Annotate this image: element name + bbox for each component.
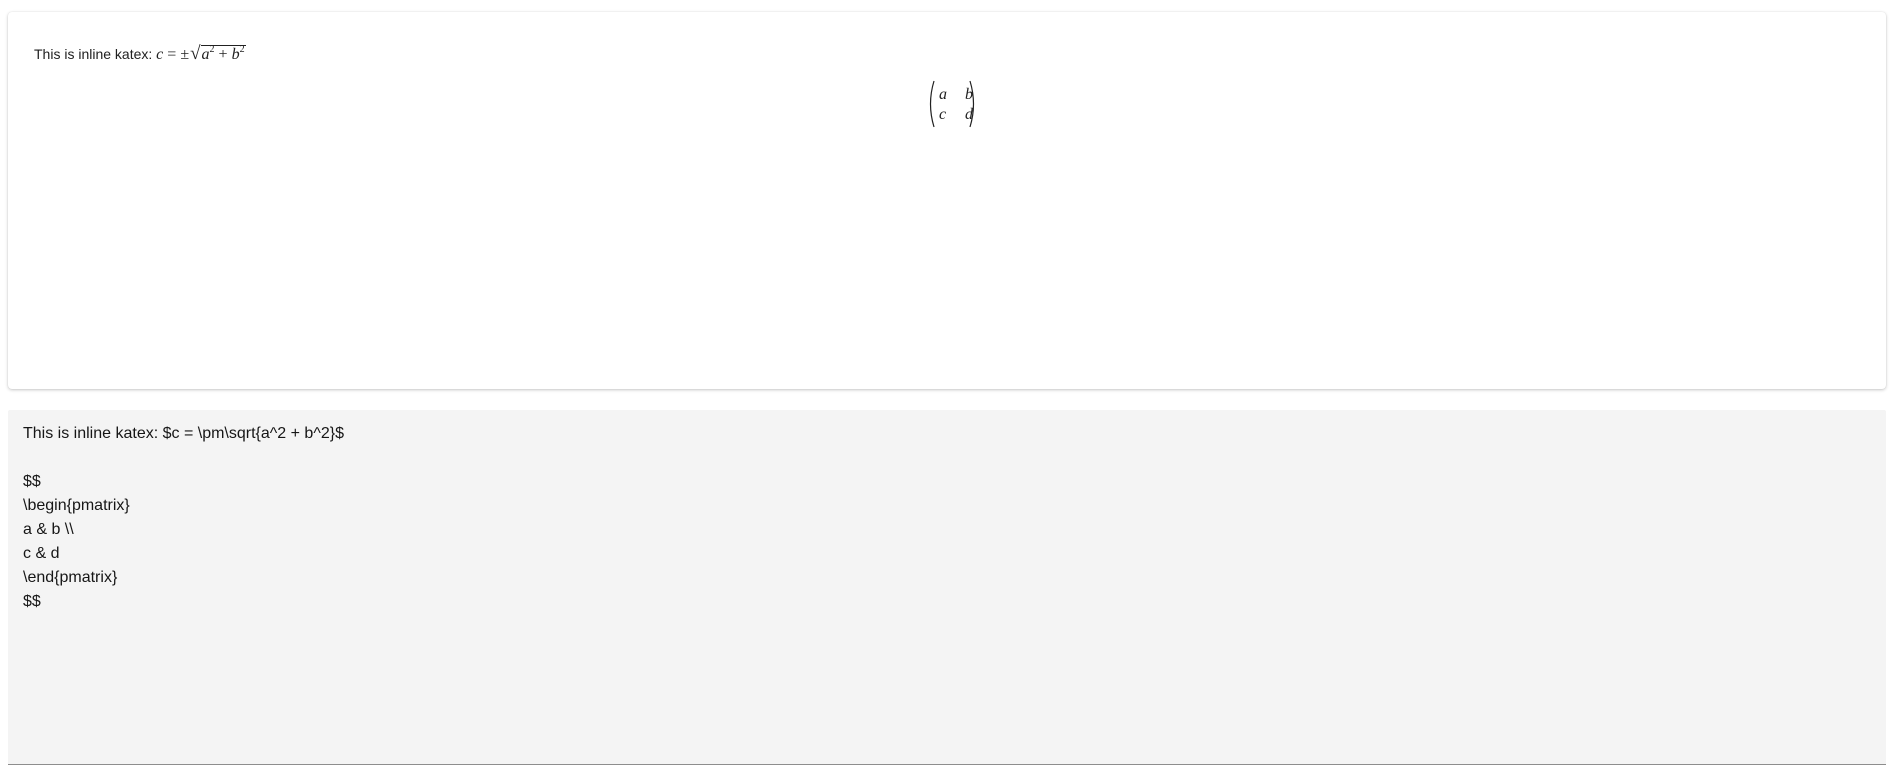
editor-line: c & d [23, 545, 60, 562]
markdown-editor-textarea[interactable]: This is inline katex: $c = \pm\sqrt{a^2 … [8, 410, 1886, 765]
left-paren-icon [929, 80, 935, 128]
editor-line: a & b \\ [23, 521, 74, 538]
editor-line: \begin{pmatrix} [23, 497, 130, 514]
inline-text: This is inline katex: [34, 46, 153, 62]
math-exponent-b: 2 [239, 44, 245, 55]
editor-line: $$ [23, 593, 41, 610]
display-math-pmatrix: a b c d [922, 80, 982, 130]
matrix-cell: c [939, 106, 947, 123]
matrix-cell: a [939, 86, 947, 103]
math-var-b: b [231, 46, 240, 63]
sqrt-radicand: a2 + b2 [200, 44, 246, 63]
math-var-c: c [156, 46, 164, 63]
inline-math-formula: c = ±√a2 + b2 [156, 43, 246, 64]
inline-katex-paragraph: This is inline katex: c = ±√a2 + b2 [34, 39, 246, 66]
editor-content[interactable]: This is inline katex: $c = \pm\sqrt{a^2 … [23, 422, 344, 614]
editor-line: \end{pmatrix} [23, 569, 118, 586]
math-equals: = [167, 46, 177, 63]
sqrt-icon: √ [190, 43, 201, 64]
math-exponent-a: 2 [209, 44, 215, 55]
editor-line: This is inline katex: $c = \pm\sqrt{a^2 … [23, 425, 344, 442]
math-plus: + [218, 46, 228, 63]
right-paren-icon [969, 80, 975, 128]
math-plus-minus: ± [180, 46, 190, 63]
math-var-a: a [201, 46, 210, 63]
editor-line: $$ [23, 473, 41, 490]
markdown-preview-card: This is inline katex: c = ±√a2 + b2 a b … [8, 12, 1886, 389]
